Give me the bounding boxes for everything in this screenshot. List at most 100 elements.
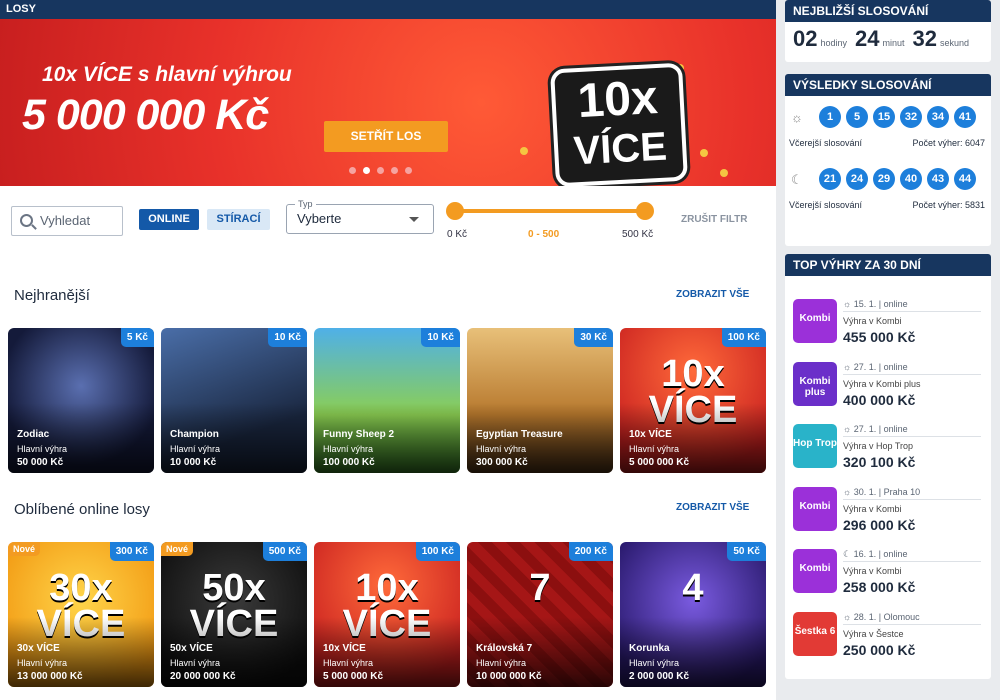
draws-list: ☼ 1 5 15 32 34 41 Včerejší slosování Počet výher… bbox=[785, 96, 991, 228]
carousel-dot[interactable] bbox=[391, 167, 398, 174]
carousel-dot[interactable] bbox=[377, 167, 384, 174]
price-badge: 50 Kč bbox=[727, 542, 766, 561]
price-badge: 5 Kč bbox=[120, 328, 154, 347]
divider bbox=[843, 498, 981, 500]
price-slider-max-handle[interactable] bbox=[636, 202, 654, 220]
game-logo: Šestka 6 bbox=[793, 611, 837, 656]
draw-result: ☾ 21 24 29 40 43 44 Včerejší slosování Počet výh… bbox=[785, 166, 991, 228]
results-title: VÝSLEDKY SLOSOVÁNÍ bbox=[785, 74, 991, 96]
carousel-dots[interactable] bbox=[349, 167, 412, 174]
type-select[interactable]: Typ Vyberte bbox=[286, 198, 434, 234]
price-badge: 200 Kč bbox=[568, 542, 613, 561]
prize-amount: 10 000 000 Kč bbox=[476, 671, 542, 682]
ticket-art: 4 bbox=[682, 567, 704, 609]
game-logo: Kombi bbox=[793, 486, 837, 531]
number-ball: 1 bbox=[819, 106, 841, 128]
number-ball: 41 bbox=[954, 106, 976, 128]
ticket-card[interactable]: 10x VÍCE100 Kč10x VÍCEHlavní výhra5 000 … bbox=[620, 328, 766, 473]
search-placeholder: Vyhledat bbox=[40, 213, 91, 228]
win-meta: ☾ 16. 1. | online bbox=[843, 549, 908, 559]
price-slider[interactable] bbox=[446, 202, 654, 220]
ticket-name: 10x VÍCE bbox=[323, 643, 366, 654]
search-input[interactable]: Vyhledat bbox=[11, 206, 123, 236]
ticket-card[interactable]: 5 Kč Zodiac Hlavní výhra 50 000 Kč bbox=[8, 328, 154, 473]
type-select-value: Vyberte bbox=[297, 211, 342, 226]
ticket-name: 50x VÍCE bbox=[170, 643, 213, 654]
scratch-button[interactable]: SETŘÍT LOS bbox=[324, 121, 448, 152]
win-desc: Výhra v Kombi bbox=[843, 316, 902, 326]
banner-ticket-logo: 10x VÍCE bbox=[550, 62, 688, 186]
ticket-name: Zodiac bbox=[17, 429, 50, 440]
win-desc: Výhra v Šestce bbox=[843, 628, 904, 639]
divider bbox=[843, 311, 981, 312]
show-all-link[interactable]: ZOBRAZIT VŠE bbox=[676, 289, 749, 300]
ticket-card[interactable]: 30 Kč Egyptian Treasure Hlavní výhra 300 00… bbox=[467, 328, 613, 473]
scratch-filter-button[interactable]: STÍRACÍ bbox=[207, 209, 270, 230]
prize-amount: 5 000 000 Kč bbox=[323, 671, 384, 682]
ticket-card[interactable]: 7 200 Kč Královská 7 Hlavní výhra 10 000 000… bbox=[467, 542, 613, 687]
price-min-label: 0 Kč bbox=[447, 229, 468, 240]
price-slider-min-handle[interactable] bbox=[446, 202, 464, 220]
win-amount: 400 000 Kč bbox=[843, 391, 916, 408]
win-desc: Výhra v Kombi bbox=[843, 566, 902, 576]
top-win-item[interactable]: Kombi ☼ 15. 1. | online Výhra v Kombi 455 0… bbox=[785, 294, 991, 357]
countdown-hours: 02 bbox=[793, 26, 818, 51]
price-badge: 300 Kč bbox=[109, 542, 154, 561]
win-meta: ☼ 15. 1. | online bbox=[843, 299, 908, 309]
top-win-item[interactable]: Šestka 6 ☼ 28. 1. | Olomouc Výhra v Šestce… bbox=[785, 607, 991, 670]
prize-label: Hlavní výhra bbox=[17, 658, 68, 668]
game-logo: Kombi plus bbox=[793, 361, 837, 406]
ticket-row: 30x VÍCENové300 Kč30x VÍCEHlavní výhra13… bbox=[8, 542, 766, 687]
prize-label: Hlavní výhra bbox=[629, 444, 680, 454]
top-win-item[interactable]: Kombi ☾ 16. 1. | online Výhra v Kombi 258 0… bbox=[785, 544, 991, 607]
countdown-panel: NEJBLIŽŠÍ SLOSOVÁNÍ 02 hodiny 24 minut 32 s… bbox=[785, 0, 991, 62]
ticket-card[interactable]: 4 50 Kč Korunka Hlavní výhra 2 000 000 Kč bbox=[620, 542, 766, 687]
top-wins-list: Kombi ☼ 15. 1. | online Výhra v Kombi 455 0… bbox=[785, 276, 991, 669]
top-win-item[interactable]: Hop Trop ☼ 27. 1. | online Výhra v Hop Tro… bbox=[785, 419, 991, 482]
ticket-card[interactable]: 50x VÍCENové500 Kč50x VÍCEHlavní výhra20… bbox=[161, 542, 307, 687]
search-icon bbox=[20, 214, 33, 227]
prize-label: Hlavní výhra bbox=[170, 658, 221, 668]
chevron-down-icon bbox=[409, 217, 419, 222]
price-badge: 100 Kč bbox=[415, 542, 460, 561]
win-desc: Výhra v Hop Trop bbox=[843, 441, 914, 451]
number-ball: 40 bbox=[900, 168, 922, 190]
ticket-name: 30x VÍCE bbox=[17, 643, 60, 654]
win-amount: 455 000 Kč bbox=[843, 329, 916, 345]
carousel-dot[interactable] bbox=[405, 167, 412, 174]
win-amount: 250 000 Kč bbox=[843, 641, 916, 658]
promo-banner[interactable]: 10x VÍCE s hlavní výhrou 5 000 000 Kč SE… bbox=[0, 19, 776, 186]
prize-amount: 5 000 000 Kč bbox=[629, 457, 690, 468]
win-desc: Výhra v Kombi plus bbox=[843, 378, 921, 389]
number-ball: 5 bbox=[846, 106, 868, 128]
coin-icon bbox=[700, 149, 708, 157]
ticket-name: Champion bbox=[170, 429, 219, 440]
carousel-dot[interactable] bbox=[349, 167, 356, 174]
new-badge: Nové bbox=[8, 542, 41, 556]
ticket-row: 5 Kč Zodiac Hlavní výhra 50 000 Kč 10 Kč Cham… bbox=[8, 328, 766, 473]
top-win-item[interactable]: Kombi ☼ 30. 1. | Praha 10 Výhra v Kombi 296… bbox=[785, 482, 991, 545]
number-ball: 44 bbox=[954, 168, 976, 190]
ticket-card[interactable]: 10 Kč Champion Hlavní výhra 10 000 Kč bbox=[161, 328, 307, 473]
draw-label: Včerejší slosování bbox=[789, 138, 863, 148]
divider bbox=[843, 561, 981, 562]
top-wins-panel: TOP VÝHRY ZA 30 DNÍ Kombi ☼ 15. 1. | onli… bbox=[785, 254, 991, 679]
carousel-dot[interactable] bbox=[363, 167, 370, 174]
section-title: LOSY bbox=[0, 0, 776, 19]
ticket-card[interactable]: 10 Kč Funny Sheep 2 Hlavní výhra 100 000 Kč bbox=[314, 328, 460, 473]
prize-amount: 20 000 000 Kč bbox=[170, 671, 236, 682]
ticket-card[interactable]: 10x VÍCE100 Kč10x VÍCEHlavní výhra5 000 … bbox=[314, 542, 460, 687]
divider bbox=[843, 623, 981, 625]
ticket-card[interactable]: 30x VÍCENové300 Kč30x VÍCEHlavní výhra13… bbox=[8, 542, 154, 687]
number-ball: 32 bbox=[900, 106, 922, 128]
banner-prize: 5 000 000 Kč bbox=[22, 91, 269, 139]
top-wins-title: TOP VÝHRY ZA 30 DNÍ bbox=[785, 254, 991, 276]
show-all-link[interactable]: ZOBRAZIT VŠE bbox=[676, 502, 749, 513]
draw-label: Včerejší slosování bbox=[789, 200, 863, 210]
number-ball: 24 bbox=[846, 168, 868, 190]
clear-filter-button[interactable]: ZRUŠIT FILTR bbox=[681, 214, 747, 225]
online-filter-button[interactable]: ONLINE bbox=[139, 209, 199, 230]
section-heading: Oblíbené online losy bbox=[14, 501, 150, 518]
price-badge: 30 Kč bbox=[574, 328, 613, 347]
top-win-item[interactable]: Kombi plus ☼ 27. 1. | online Výhra v Kombi… bbox=[785, 357, 991, 420]
